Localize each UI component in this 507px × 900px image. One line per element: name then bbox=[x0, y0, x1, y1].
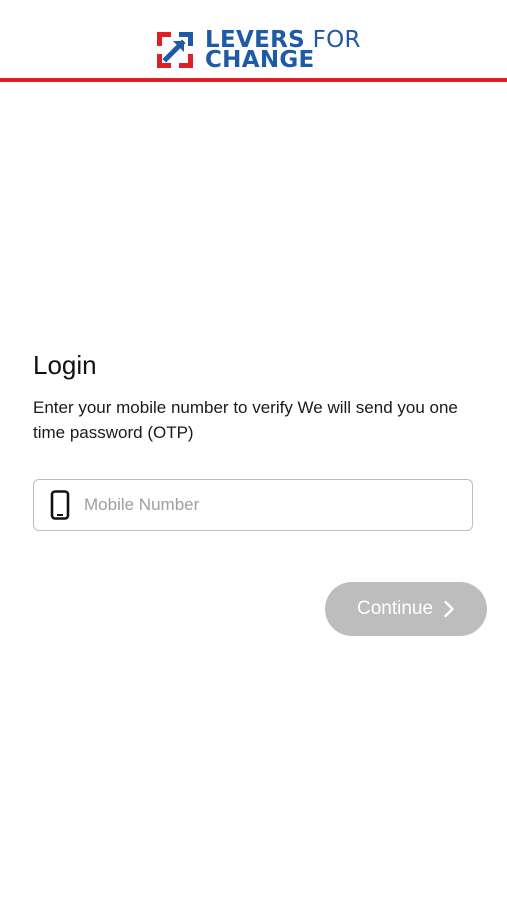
page-title: Login bbox=[33, 350, 97, 380]
app-header: LEVERS FOR CHANGE bbox=[0, 0, 507, 82]
mobile-number-input[interactable] bbox=[84, 495, 444, 515]
chevron-right-icon bbox=[443, 600, 455, 618]
header-divider bbox=[0, 78, 507, 82]
smartphone-icon bbox=[50, 490, 70, 520]
logo-mark-icon bbox=[157, 32, 193, 68]
levers-for-change-logo: LEVERS FOR CHANGE bbox=[153, 28, 361, 72]
logo-wordmark: LEVERS FOR CHANGE bbox=[205, 29, 361, 73]
continue-button-label: Continue bbox=[356, 598, 434, 619]
mobile-number-field[interactable] bbox=[33, 479, 473, 531]
login-instructions: Enter your mobile number to verify We wi… bbox=[33, 398, 458, 442]
logo-line-2: CHANGE bbox=[205, 47, 315, 73]
continue-button[interactable]: Continue bbox=[325, 582, 487, 636]
